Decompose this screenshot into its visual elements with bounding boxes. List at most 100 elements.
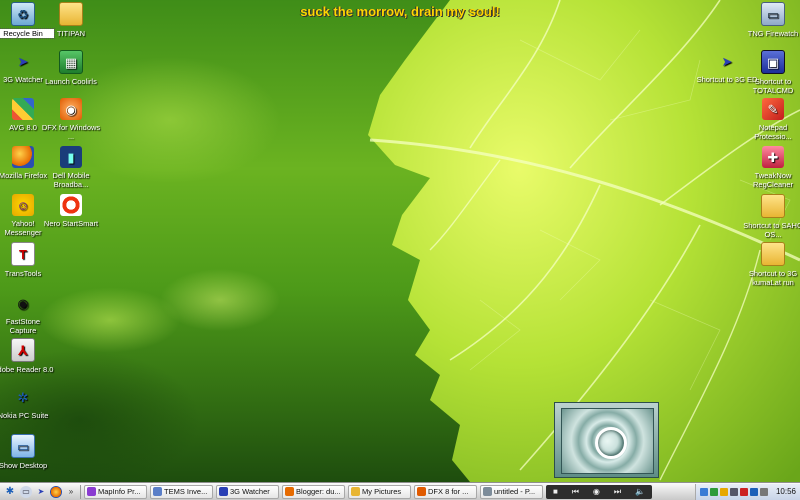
pdf-icon: ⅄: [11, 338, 35, 362]
3g-shortcut-icon: ➤: [721, 53, 733, 69]
3g-watcher-icon: [219, 487, 228, 496]
tray-shield-icon[interactable]: [739, 487, 748, 496]
desktop-icon-label: Adobe Reader 8.0: [0, 365, 54, 374]
desktop-icon-left-7[interactable]: ▮ Dell Mobile Broadba...: [40, 146, 102, 189]
taskbar-separator: [80, 484, 81, 499]
folder-icon: [761, 194, 785, 218]
desktop-icon-left-13[interactable]: ✲ Nokia PC Suite: [0, 386, 54, 421]
next-icon[interactable]: ⏭: [614, 487, 621, 497]
desktop-icon-left-1[interactable]: TITIPAN: [40, 2, 102, 38]
desktop-icon-right-6[interactable]: Shortcut to 3G kumaLat run: [742, 242, 800, 287]
media-player-visualizer[interactable]: [554, 402, 659, 478]
tray-messenger-icon[interactable]: [719, 487, 728, 496]
desktop-icon-label: Nero StartSmart: [43, 219, 99, 228]
desktop-icon-label: Launch Coolirls: [45, 77, 97, 86]
desktop-icon-left-14[interactable]: ▭ Show Desktop: [0, 434, 54, 470]
desktop-icon-label: Nokia PC Suite: [0, 411, 49, 420]
tray-clock[interactable]: 10:56: [776, 487, 796, 496]
taskbar-button-label: DFX 8 for ...: [428, 487, 469, 496]
desktop-icon-left-9[interactable]: Nero StartSmart: [40, 194, 102, 228]
play-icon[interactable]: ◉: [593, 487, 600, 496]
system-tray: 10:56: [694, 483, 800, 500]
desktop-icon-left-12[interactable]: ⅄ Adobe Reader 8.0: [0, 338, 54, 374]
firefox-icon: [285, 487, 294, 496]
tweaknow-icon: ✚: [762, 146, 784, 168]
desktop-icon-left-10[interactable]: T TransTools: [0, 242, 54, 278]
desktop-icon-right-5[interactable]: Shortcut to SAHG OS...: [742, 194, 800, 239]
desktop-icon-left-11[interactable]: ◉ FastStone Capture: [0, 292, 54, 336]
desktop-icon-label: TITIPAN: [56, 29, 86, 38]
desktop-icon-label: Shortcut to SAHG OS...: [743, 221, 800, 239]
3g-watcher-icon: ➤: [17, 53, 29, 69]
yahoo-messenger-icon: ☺: [12, 194, 34, 216]
quicklaunch-desktop-icon[interactable]: ▭: [20, 485, 32, 498]
taskbar-button[interactable]: My Pictures: [348, 484, 411, 499]
folder-icon: [351, 487, 360, 496]
transtools-icon: T: [11, 242, 35, 266]
tray-update-icon[interactable]: [749, 487, 758, 496]
start-button[interactable]: ✱: [3, 485, 17, 499]
recycle-bin-icon: ♻: [11, 2, 35, 26]
taskbar: ✱ ▭ ➤ » MapInfo Pr... TEMS Inve... 3G Watc…: [0, 482, 800, 500]
media-player-minibar[interactable]: ■ ⏮ ◉ ⏭ 🔈: [546, 484, 652, 499]
tray-monitor-icon[interactable]: [729, 487, 738, 496]
folder-icon: [59, 2, 83, 26]
cooliris-icon: ▦: [59, 50, 83, 74]
desktop-icon-right-4[interactable]: ✚ TweakNow RegCleaner: [742, 146, 800, 189]
desktop-icon-label: TNG Firewatch: [747, 29, 799, 38]
monitor-icon: ▭: [761, 2, 785, 26]
taskbar-button[interactable]: MapInfo Pr...: [84, 484, 147, 499]
desktop-slogan: suck the morrow, drain my soul!: [300, 4, 500, 19]
desktop-icon-right-3[interactable]: ✎ Notepad Protessio...: [742, 98, 800, 141]
taskbar-button-label: untitled - P...: [494, 487, 536, 496]
tray-network-icon[interactable]: [699, 487, 708, 496]
quicklaunch-firefox-icon[interactable]: [50, 485, 62, 498]
firefox-icon: [12, 146, 34, 168]
tems-icon: [153, 487, 162, 496]
desktop-icon-left-3[interactable]: ▦ Launch Coolirls: [40, 50, 102, 86]
quicklaunch-expand-icon[interactable]: »: [65, 486, 77, 498]
previous-icon[interactable]: ⏮: [572, 487, 579, 497]
quicklaunch-3g-icon[interactable]: ➤: [35, 486, 47, 498]
taskbar-button-label: MapInfo Pr...: [98, 487, 141, 496]
dell-broadband-icon: ▮: [60, 146, 82, 168]
desktop-wallpaper: [0, 0, 800, 482]
taskbar-button[interactable]: untitled - P...: [480, 484, 543, 499]
eye-icon: ◉: [17, 295, 29, 311]
desktop-icon-label: Notepad Protessio...: [754, 123, 792, 141]
desktop-icon-label: TransTools: [4, 269, 42, 278]
avg-icon: [12, 98, 34, 120]
taskbar-button[interactable]: DFX 8 for ...: [414, 484, 477, 499]
taskbar-button[interactable]: TEMS Inve...: [150, 484, 213, 499]
dfx-icon: [417, 487, 426, 496]
desktop-icon-label: DFX for Windows ...: [41, 123, 101, 141]
desktop-icon-label: Show Desktop: [0, 461, 48, 470]
desktop-icon-right-2[interactable]: ▣ Shortcut to TOTALCMD: [742, 50, 800, 95]
desktop-icon-left-5[interactable]: ◉ DFX for Windows ...: [40, 98, 102, 141]
show-desktop-icon: ▭: [11, 434, 35, 458]
mapinfo-icon: [87, 487, 96, 496]
volume-icon[interactable]: 🔈: [635, 487, 645, 496]
folder-icon: [761, 242, 785, 266]
taskbar-button-label: TEMS Inve...: [164, 487, 208, 496]
taskbar-button[interactable]: Blogger: du...: [282, 484, 345, 499]
paint-icon: [483, 487, 492, 496]
leaf-graphic: [368, 0, 800, 482]
desktop-icon-label: TweakNow RegCleaner: [752, 171, 794, 189]
desktop-icon-right-0[interactable]: ▭ TNG Firewatch: [742, 2, 800, 38]
taskbar-button-label: Blogger: du...: [296, 487, 341, 496]
nero-icon: [60, 194, 82, 216]
taskbar-button[interactable]: 3G Watcher: [216, 484, 279, 499]
visualizer-ring: [595, 427, 627, 459]
desktop-icon-label: Shortcut to 3G kumaLat run: [748, 269, 798, 287]
dfx-icon: ◉: [60, 98, 82, 120]
desktop-icon-label: Dell Mobile Broadba...: [52, 171, 90, 189]
tray-volume-icon[interactable]: [759, 487, 768, 496]
taskbar-button-label: 3G Watcher: [230, 487, 270, 496]
nokia-icon: ✲: [17, 389, 29, 405]
visualizer-screen: [561, 408, 654, 474]
notepad-icon: ✎: [762, 98, 784, 120]
stop-icon[interactable]: ■: [553, 487, 558, 496]
tray-security-icon[interactable]: [709, 487, 718, 496]
desktop-icon-label: Shortcut to TOTALCMD: [752, 77, 794, 95]
